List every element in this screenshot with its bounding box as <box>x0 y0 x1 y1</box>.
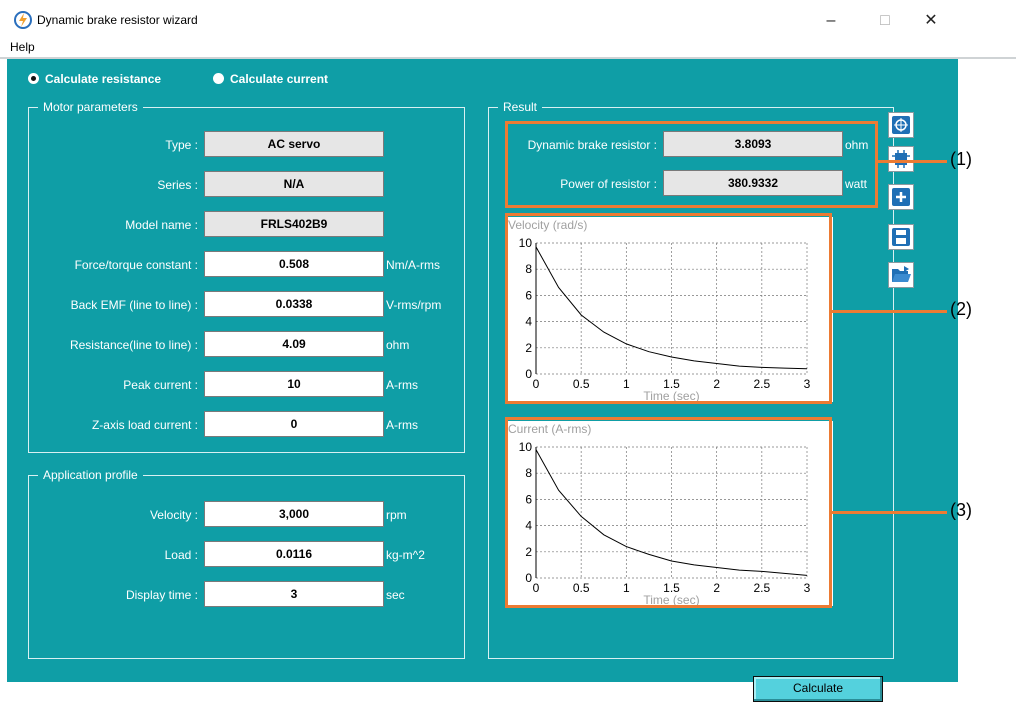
radio-label: Calculate current <box>230 72 329 86</box>
title-bar: Dynamic brake resistor wizard – □ ✕ <box>0 0 1016 40</box>
maximize-button[interactable]: □ <box>862 8 908 34</box>
save-button[interactable] <box>888 224 914 250</box>
param-input[interactable]: 0 <box>204 411 384 437</box>
callout-box-current <box>505 417 832 608</box>
callout-line <box>832 511 947 514</box>
callout-box-velocity <box>505 213 832 404</box>
param-unit: V-rms/rpm <box>386 298 442 312</box>
add-button[interactable] <box>888 184 914 210</box>
callout-box-result <box>505 121 878 208</box>
profile-label: Velocity : <box>149 508 198 522</box>
profile-label: Display time : <box>125 588 198 602</box>
param-label: Series : <box>157 178 198 192</box>
callout-label-3: (3) <box>950 500 972 520</box>
target-button[interactable] <box>888 112 914 138</box>
save-icon <box>892 228 910 246</box>
target-icon <box>892 116 910 134</box>
profile-unit: sec <box>386 588 405 602</box>
menu-bar: Help <box>0 40 1016 57</box>
callout-line <box>878 160 947 163</box>
radio-calculate-current[interactable]: Calculate current <box>213 72 328 86</box>
param-unit: A-rms <box>386 418 418 432</box>
callout-line <box>832 310 947 313</box>
param-label: Back EMF (line to line) : <box>70 298 198 312</box>
param-label: Force/torque constant : <box>74 258 198 272</box>
param-unit: A-rms <box>386 378 418 392</box>
chip-icon <box>892 150 910 168</box>
param-readonly-field: FRLS402B9 <box>204 211 384 237</box>
profile-unit: kg-m^2 <box>386 548 425 562</box>
radio-unselected-icon <box>213 73 224 84</box>
param-input[interactable]: 10 <box>204 371 384 397</box>
open-folder-icon <box>892 266 911 282</box>
window-title: Dynamic brake resistor wizard <box>37 13 198 27</box>
profile-unit: rpm <box>386 508 407 522</box>
param-label: Resistance(line to line) : <box>69 338 198 352</box>
add-icon <box>892 188 910 206</box>
param-label: Peak current : <box>123 378 198 392</box>
group-title: Result <box>498 100 543 114</box>
param-unit: Nm/A-rms <box>386 258 440 272</box>
param-input[interactable]: 0.0338 <box>204 291 384 317</box>
param-readonly-field: AC servo <box>204 131 384 157</box>
param-label: Type : <box>165 138 198 152</box>
callout-label-2: (2) <box>950 299 972 319</box>
app-icon <box>14 11 32 29</box>
profile-input[interactable]: 0.0116 <box>204 541 384 567</box>
param-unit: ohm <box>386 338 410 352</box>
profile-input[interactable]: 3 <box>204 581 384 607</box>
param-readonly-field: N/A <box>204 171 384 197</box>
profile-label: Load : <box>164 548 198 562</box>
open-folder-button[interactable] <box>888 262 914 288</box>
radio-label: Calculate resistance <box>45 72 162 86</box>
param-label: Model name : <box>125 218 198 232</box>
group-title: Motor parameters <box>38 100 143 114</box>
minimize-button[interactable]: – <box>808 8 854 34</box>
close-button[interactable]: ✕ <box>908 8 954 34</box>
profile-input[interactable]: 3,000 <box>204 501 384 527</box>
param-input[interactable]: 4.09 <box>204 331 384 357</box>
param-input[interactable]: 0.508 <box>204 251 384 277</box>
param-label: Z-axis load current : <box>91 418 198 432</box>
menu-help[interactable]: Help <box>10 40 35 54</box>
group-title: Application profile <box>38 468 143 482</box>
calculate-button[interactable]: Calculate <box>753 676 883 702</box>
motor-parameters-group: Motor parameters <box>28 100 465 453</box>
radio-calculate-resistance[interactable]: Calculate resistance <box>28 72 161 86</box>
callout-label-1: (1) <box>950 149 972 169</box>
radio-selected-icon <box>28 73 39 84</box>
chip-button[interactable] <box>888 146 914 172</box>
